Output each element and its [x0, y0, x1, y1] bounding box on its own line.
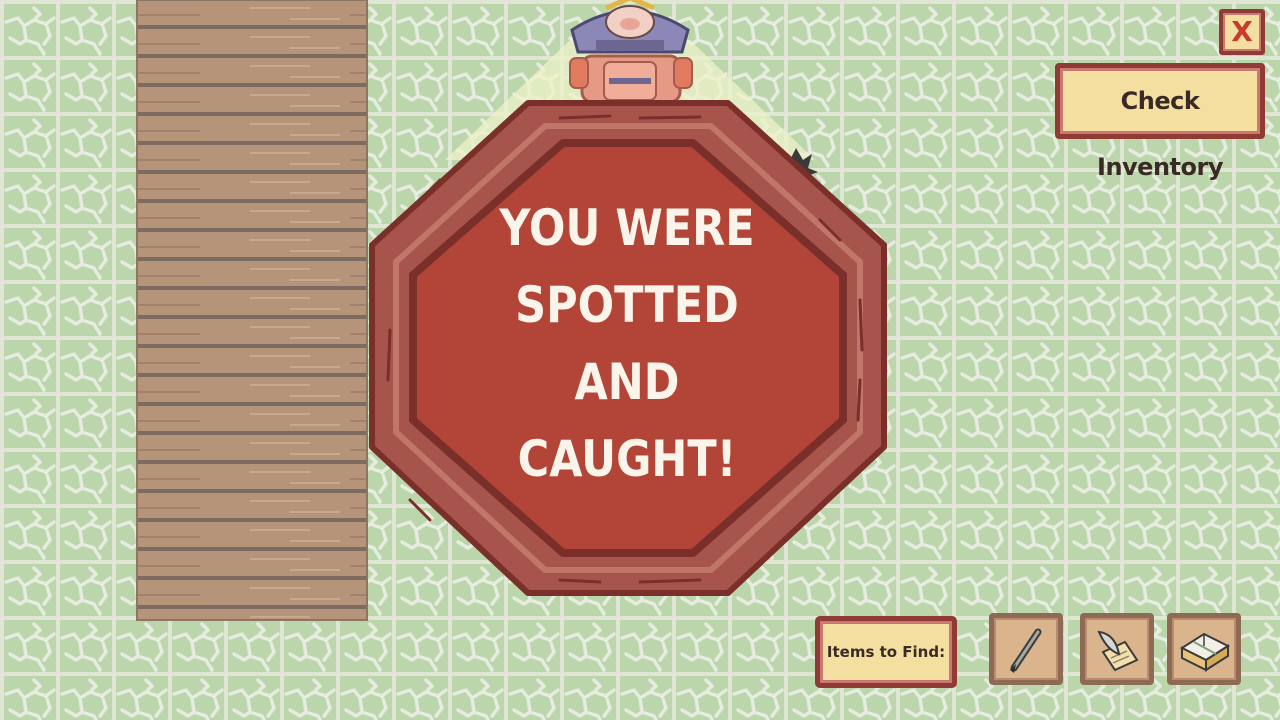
message-line-4: CAUGHT! — [517, 430, 737, 488]
message-line-3: AND — [574, 353, 680, 411]
message-line-2: SPOTTED — [515, 276, 739, 334]
caught-message: YOU WERE SPOTTED AND CAUGHT! — [442, 190, 812, 498]
quill-and-scroll-icon — [1097, 630, 1139, 672]
close-button[interactable]: X — [1219, 9, 1265, 55]
house-model-icon — [1179, 632, 1231, 672]
item-slot-ink-brush[interactable] — [989, 613, 1063, 685]
ink-brush-icon — [1010, 628, 1042, 673]
message-line-1: YOU WERE — [499, 199, 755, 257]
items-to-find-label: Items to Find: — [815, 616, 957, 688]
item-slot-quill-and-scroll[interactable] — [1080, 613, 1154, 685]
item-slot-house-model[interactable] — [1167, 613, 1241, 685]
game-scene: YOU WERE SPOTTED AND CAUGHT! X Check Inv… — [0, 0, 1280, 720]
check-inventory-button[interactable]: Check Inventory — [1055, 63, 1265, 181]
